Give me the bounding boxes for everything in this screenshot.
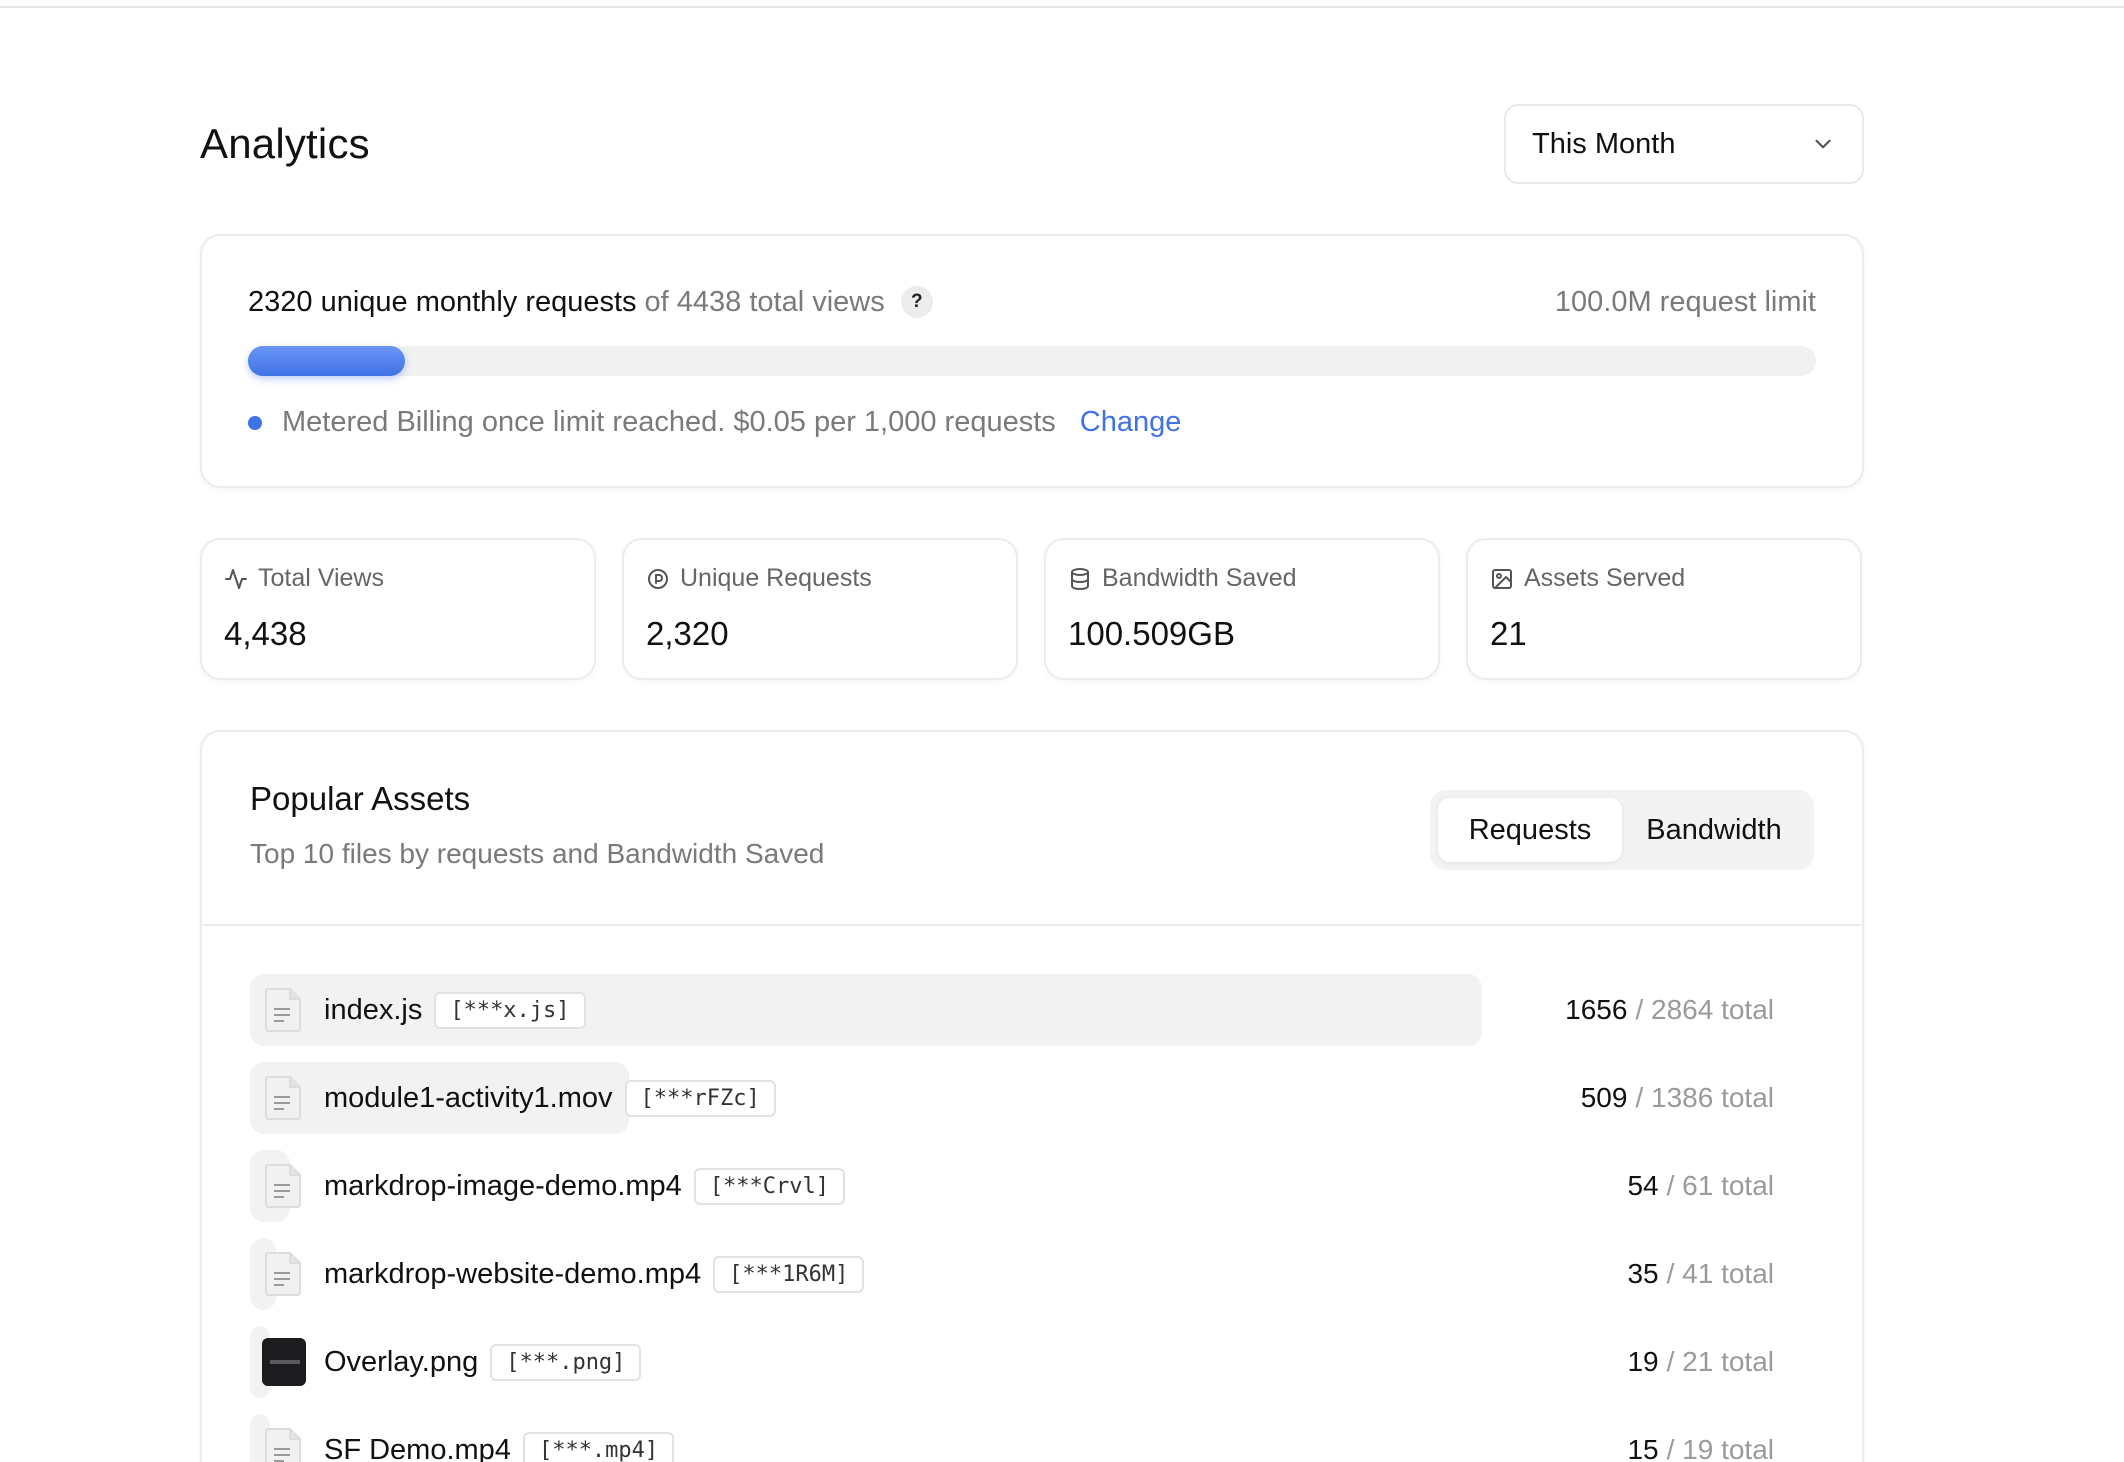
asset-name: Overlay.png — [324, 1345, 479, 1378]
file-text-icon — [262, 1074, 306, 1122]
stat-label: Total Views — [258, 564, 384, 592]
stat-value: 2,320 — [646, 615, 729, 652]
asset-id-tag: [***x.js] — [434, 991, 586, 1029]
asset-total: / 21 total — [1666, 1346, 1774, 1377]
page-title: Analytics — [200, 120, 370, 167]
file-text-icon — [262, 1162, 306, 1210]
file-text-icon — [262, 986, 306, 1034]
asset-id-tag: [***.png] — [490, 1343, 642, 1381]
usage-progress-fill — [248, 346, 405, 376]
unique-requests-text: 2320 unique monthly requests — [248, 285, 637, 318]
asset-requests: 35 — [1627, 1258, 1659, 1289]
asset-list: index.js [***x.js] 1656 / 2864 total mod… — [202, 926, 1862, 1462]
stat-assets-served: Assets Served 21 — [1466, 538, 1862, 680]
chevron-down-icon — [1815, 139, 1831, 149]
stat-bandwidth-saved: Bandwidth Saved 100.509GB — [1044, 538, 1440, 680]
asset-count: 54 / 61 total — [1627, 1150, 1774, 1222]
usage-card: 2320 unique monthly requests of 4438 tot… — [200, 234, 1864, 488]
image-icon — [1492, 568, 1512, 589]
popular-assets-title: Popular Assets — [250, 780, 471, 817]
top-divider — [0, 0, 2124, 8]
change-billing-link[interactable]: Change — [1080, 406, 1182, 439]
asset-name: markdrop-image-demo.mp4 — [324, 1169, 682, 1202]
asset-row[interactable]: index.js [***x.js] 1656 / 2864 total — [250, 974, 1814, 1046]
tab-requests[interactable]: Requests — [1438, 798, 1622, 862]
asset-requests: 19 — [1627, 1346, 1659, 1377]
period-select[interactable]: This Month — [1504, 104, 1864, 184]
asset-id-tag: [***rFZc] — [624, 1079, 776, 1117]
page-header: Analytics This Month — [200, 104, 1864, 184]
asset-row[interactable]: SF Demo.mp4 [***.mp4] 15 / 19 total — [250, 1414, 1814, 1462]
stat-value: 21 — [1490, 615, 1527, 652]
asset-count: 509 / 1386 total — [1581, 1062, 1774, 1134]
asset-name: module1-activity1.mov — [324, 1081, 613, 1114]
stat-label: Unique Requests — [680, 564, 872, 592]
asset-row[interactable]: markdrop-website-demo.mp4 [***1R6M] 35 /… — [250, 1238, 1814, 1310]
asset-id-tag: [***Crvl] — [693, 1167, 846, 1205]
stat-total-views: Total Views 4,438 — [200, 538, 596, 680]
asset-id-tag: [***.mp4] — [522, 1431, 675, 1462]
asset-count: 15 / 19 total — [1627, 1414, 1774, 1462]
database-icon — [1071, 567, 1089, 590]
asset-requests: 54 — [1627, 1170, 1659, 1201]
usage-progress-bar — [248, 346, 1816, 376]
popular-assets-subtitle: Top 10 files by requests and Bandwidth S… — [250, 838, 825, 869]
asset-requests: 15 — [1627, 1434, 1659, 1462]
analytics-page: Analytics This Month 2320 unique monthly… — [200, 104, 1864, 1462]
asset-name: markdrop-website-demo.mp4 — [324, 1257, 702, 1290]
asset-row[interactable]: Overlay.png [***.png] 19 / 21 total — [250, 1326, 1814, 1398]
tab-bandwidth[interactable]: Bandwidth — [1622, 798, 1806, 862]
asset-count: 1656 / 2864 total — [1565, 974, 1774, 1046]
billing-status-dot — [248, 415, 262, 430]
stat-unique-requests: Unique Requests 2,320 — [622, 538, 1018, 680]
asset-total: / 41 total — [1666, 1258, 1774, 1289]
popular-assets-card: Popular Assets Top 10 files by requests … — [200, 730, 1864, 1462]
total-views-text: of 4438 total views — [644, 285, 885, 318]
period-select-value: This Month — [1532, 127, 1676, 160]
stat-value: 4,438 — [224, 615, 307, 652]
help-icon[interactable]: ? — [900, 286, 933, 318]
stat-label: Bandwidth Saved — [1102, 564, 1297, 592]
activity-icon — [225, 568, 247, 589]
image-thumbnail — [262, 1338, 306, 1386]
asset-count: 35 / 41 total — [1627, 1238, 1774, 1310]
asset-name: SF Demo.mp4 — [324, 1433, 511, 1462]
file-text-icon — [262, 1426, 306, 1462]
asset-requests: 509 — [1580, 1082, 1628, 1113]
billing-text: Metered Billing once limit reached. $0.0… — [282, 406, 1056, 438]
file-text-icon — [262, 1250, 306, 1298]
asset-id-tag: [***1R6M] — [713, 1255, 865, 1293]
coin-icon — [648, 568, 668, 589]
asset-count: 19 / 21 total — [1627, 1326, 1774, 1398]
stat-label: Assets Served — [1524, 564, 1686, 592]
asset-name: index.js — [324, 993, 423, 1026]
stat-value: 100.509GB — [1068, 615, 1235, 652]
asset-total: / 2864 total — [1635, 994, 1774, 1025]
stats-row: Total Views 4,438 Unique Requests 2,320 … — [200, 538, 1864, 680]
asset-total: / 61 total — [1666, 1170, 1774, 1201]
asset-row[interactable]: module1-activity1.mov [***rFZc] 509 / 13… — [250, 1062, 1814, 1134]
asset-row[interactable]: markdrop-image-demo.mp4 [***Crvl] 54 / 6… — [250, 1150, 1814, 1222]
asset-requests: 1656 — [1565, 994, 1628, 1025]
asset-total: / 19 total — [1666, 1434, 1774, 1462]
metric-toggle: Requests Bandwidth — [1430, 790, 1814, 870]
request-limit-text: 100.0M request limit — [1554, 285, 1816, 318]
asset-total: / 1386 total — [1635, 1082, 1774, 1113]
